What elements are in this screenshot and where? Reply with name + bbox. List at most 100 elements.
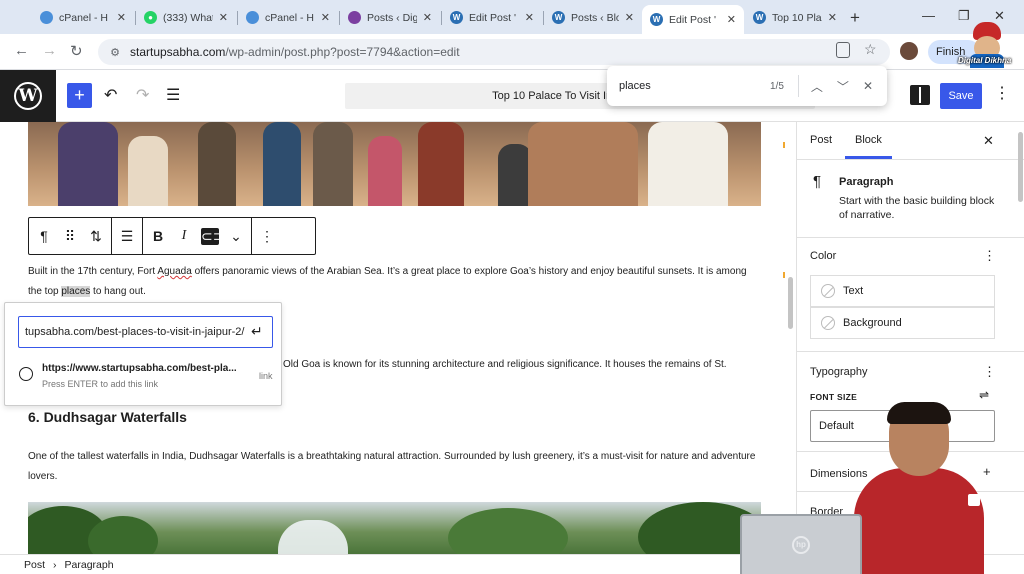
text-color-button[interactable]: Text [810,275,995,307]
heading-dudhsagar[interactable]: 6. Dudhsagar Waterfalls [28,409,187,425]
editor-scrollbar[interactable] [788,277,793,329]
browser-tab[interactable]: W Top 10 Pla ✕ [745,5,845,30]
browser-tab[interactable]: W Edit Post ' ✕ [442,5,542,30]
close-icon[interactable]: ✕ [219,11,228,24]
link-url-value: tupsabha.com/best-places-to-visit-in-jai… [25,326,245,338]
tab-title: cPanel - H [265,11,315,24]
breadcrumb-current[interactable]: Paragraph [65,559,114,571]
settings-sidebar-toggle[interactable] [910,85,930,105]
site-info-icon[interactable]: ⚙ [108,45,122,59]
paragraph-dudhsagar[interactable]: One of the tallest waterfalls in India, … [28,447,758,487]
redo-icon[interactable]: ↷ [136,85,149,105]
suggestion-url: https://www.startupsabha.com/best-pla... [42,363,237,374]
wordpress-icon: W [450,11,463,24]
close-icon[interactable]: ✕ [983,133,994,149]
wordpress-icon: W [552,11,565,24]
paragraph-old-goa[interactable]: Old Goa is known for its stunning archit… [283,355,753,375]
new-tab-button[interactable]: + [850,8,860,28]
bookmark-star-icon[interactable]: ☆ [864,41,877,58]
tab-block[interactable]: Block [845,134,892,159]
undo-icon[interactable]: ↶ [104,85,117,105]
find-input[interactable]: places [619,80,770,92]
url-host: startupsabha.com [130,45,226,59]
text-color-label: Text [843,285,864,297]
reading-mode-icon[interactable] [836,42,850,58]
browser-tab[interactable]: ● (333) What ✕ [136,5,236,30]
background-color-label: Background [843,317,902,329]
text-run: Old Goa is known for its stunning archit… [283,359,727,370]
more-options-icon[interactable]: ⋮ [994,83,1010,103]
back-icon[interactable]: ← [14,42,29,59]
tab-title: (333) What [163,11,213,24]
minimize-icon[interactable]: — [922,8,935,23]
panel-title: Typography [810,366,868,378]
panel-options-icon[interactable]: ⋮ [983,248,996,264]
browser-tab[interactable]: W Posts ‹ Blo ✕ [544,5,642,30]
browser-tab[interactable]: cPanel - H ✕ [238,5,338,30]
chevron-down-icon[interactable]: ⌄ [227,228,245,245]
browser-tab[interactable]: Posts ‹ Dig ✕ [340,5,440,30]
close-icon[interactable]: ✕ [828,11,837,24]
avatar[interactable] [900,42,918,60]
link-url-input[interactable]: tupsabha.com/best-places-to-visit-in-jai… [18,316,273,348]
browser-tab[interactable]: cPanel - H ✕ [32,5,134,30]
logo-text: Digital Dikhna [958,56,1012,65]
panel-options-icon[interactable]: ⋮ [983,364,996,380]
paragraph-fort-aguada[interactable]: Built in the 17th century, Fort Aguada o… [28,262,758,302]
background-color-button[interactable]: Background [810,307,995,339]
tab-title: Edit Post ' [669,13,716,26]
close-icon[interactable]: ✕ [117,11,126,24]
color-panel: Color ⋮ Text Background [797,238,1024,352]
forward-icon[interactable]: → [42,42,57,59]
tab-post[interactable]: Post [810,134,832,146]
link-control-popover: tupsabha.com/best-places-to-visit-in-jai… [4,302,282,406]
close-icon[interactable]: ✕ [625,11,634,24]
paragraph-icon[interactable]: ¶ [35,228,53,244]
reload-icon[interactable]: ↻ [70,42,83,60]
block-options-icon[interactable]: ⋮ [258,228,276,245]
italic-icon[interactable]: I [175,228,193,244]
editor-canvas[interactable]: ¶ ⠿ ⇅ ☰ B I ⊂⊃ ⌄ ⋮ Built in the 17th cen… [0,122,796,554]
text-run: Built in the 17th century, Fort [28,266,158,277]
link-icon[interactable]: ⊂⊃ [201,227,224,245]
close-icon[interactable]: ✕ [525,11,534,24]
tab-title: Edit Post ' [469,11,516,24]
link-submit-icon[interactable]: ↵ [251,323,275,340]
url-path: /wp-admin/post.php?post=7794&action=edit [225,45,460,59]
block-name: Paragraph [839,176,894,188]
drag-handle-icon[interactable]: ⠿ [61,228,79,245]
wordpress-icon: W [650,13,663,26]
find-match-count: 1/5 [770,80,784,92]
presenter-webcam-overlay: hp [736,400,1024,574]
save-button[interactable]: Save [940,83,982,109]
bold-icon[interactable]: B [149,228,167,244]
progress-markers [783,142,785,442]
close-icon[interactable]: ✕ [727,13,736,26]
wordpress-icon: W [753,11,766,24]
tab-title: Top 10 Pla [772,11,822,24]
beach-people-image[interactable] [28,122,761,206]
close-icon[interactable]: ✕ [321,11,330,24]
block-description: Start with the basic building block of n… [839,195,995,221]
document-overview-icon[interactable]: ☰ [166,85,180,105]
suggestion-hint: Press ENTER to add this link [42,379,159,389]
panel-title: Color [810,250,837,262]
find-close-icon[interactable]: ✕ [863,79,873,93]
move-up-down-icon[interactable]: ⇅ [87,228,105,245]
find-in-page-bar: places 1/5 ︿ ﹀ ✕ [607,66,887,106]
find-next-icon[interactable]: ﹀ [837,78,849,95]
find-previous-icon[interactable]: ︿ [811,78,823,95]
align-left-icon[interactable]: ☰ [118,228,136,245]
suggestion-type: link [259,371,273,381]
block-card: ¶ Paragraph Start with the basic buildin… [797,160,1024,238]
sidebar-scrollbar[interactable] [1018,132,1023,202]
waterfall-image[interactable] [28,502,761,554]
globe-icon [19,367,33,381]
close-icon[interactable]: ✕ [423,11,432,24]
block-inserter-button[interactable]: + [67,83,92,108]
breadcrumb-root[interactable]: Post [24,559,45,571]
browser-tab-active[interactable]: W Edit Post ' ✕ [642,5,744,34]
hp-logo-icon: hp [792,536,810,554]
wordpress-logo-button[interactable]: W [0,70,56,122]
url-omnibox[interactable]: ⚙ startupsabha.com/wp-admin/post.php?pos… [98,39,890,65]
